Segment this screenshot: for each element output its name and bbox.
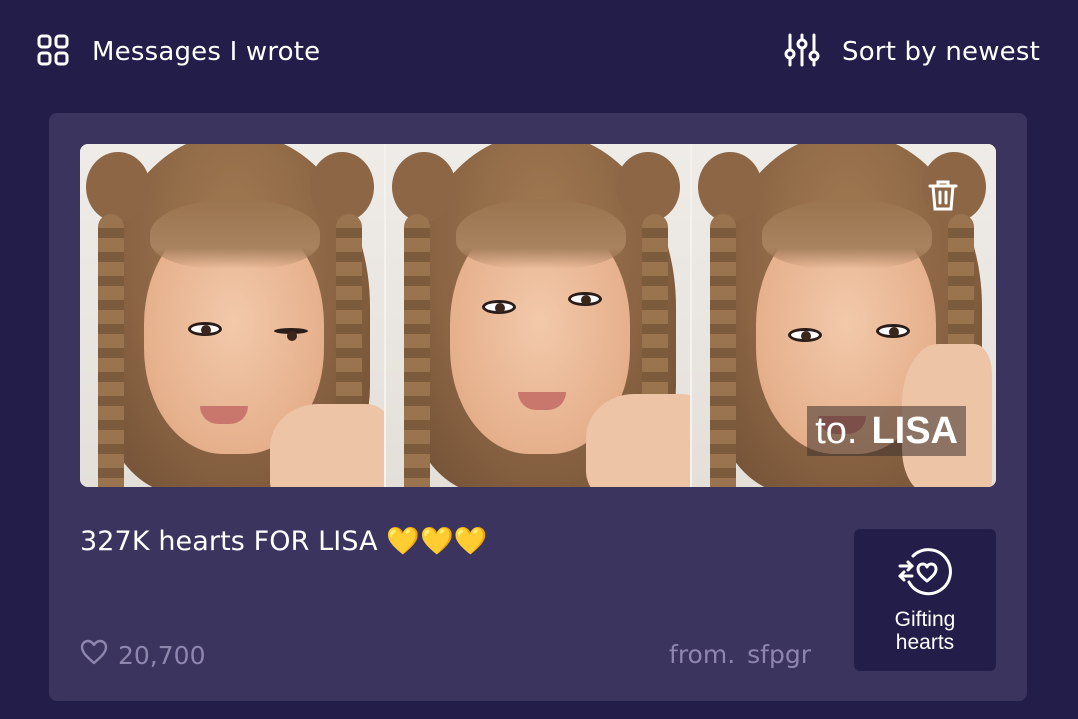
sliders-icon bbox=[784, 32, 820, 72]
message-card[interactable]: to. LISA 327K hearts FOR LISA 💛💛💛 20,700… bbox=[49, 113, 1027, 701]
sender: from. sfpgr bbox=[669, 640, 811, 669]
sort-button[interactable]: Sort by newest bbox=[784, 30, 1040, 74]
like-count: 20,700 bbox=[118, 640, 206, 670]
message-text: 327K hearts FOR LISA 💛💛💛 bbox=[80, 526, 488, 557]
recipient-label: to. LISA bbox=[807, 406, 966, 456]
filter-messages-button[interactable]: Messages I wrote bbox=[36, 30, 320, 74]
filter-label: Messages I wrote bbox=[92, 37, 321, 67]
gifting-hearts-button[interactable]: Gifting hearts bbox=[854, 529, 996, 671]
like-button[interactable]: 20,700 bbox=[80, 638, 205, 672]
recipient-prefix: to. bbox=[815, 409, 858, 452]
sort-label: Sort by newest bbox=[842, 37, 1040, 67]
heart-outline-icon bbox=[80, 639, 108, 671]
from-name: sfpgr bbox=[747, 640, 811, 669]
gift-line-1: Gifting bbox=[894, 608, 956, 631]
grid-icon bbox=[36, 33, 70, 71]
top-bar: Messages I wrote Sort by newest bbox=[0, 0, 1078, 100]
heart-exchange-icon bbox=[897, 546, 953, 598]
recipient-name: LISA bbox=[871, 409, 958, 452]
trash-icon[interactable] bbox=[928, 178, 958, 212]
from-prefix: from. bbox=[669, 640, 736, 669]
message-photo: to. LISA bbox=[80, 144, 996, 487]
gifting-hearts-label: Gifting hearts bbox=[895, 608, 956, 654]
gift-line-2: hearts bbox=[895, 631, 955, 654]
photo-panel-3: to. LISA bbox=[692, 144, 996, 487]
photo-panel-2 bbox=[386, 144, 692, 487]
photo-panel-1 bbox=[80, 144, 386, 487]
